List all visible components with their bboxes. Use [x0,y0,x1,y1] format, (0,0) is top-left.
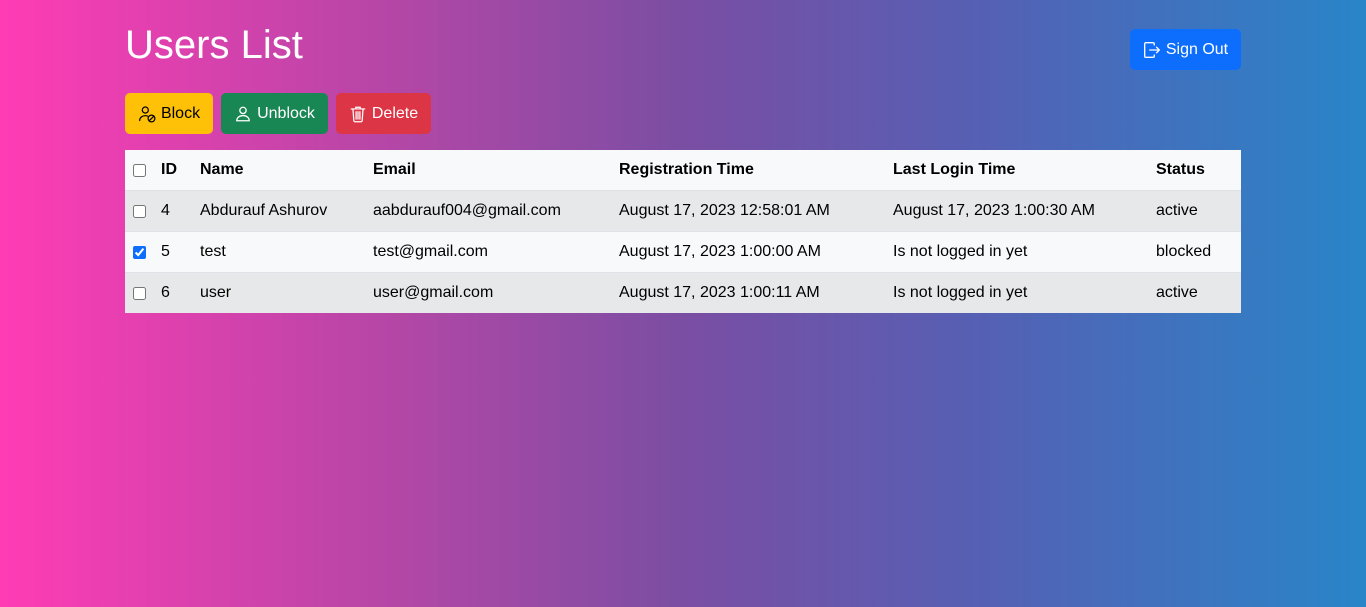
row-checkbox[interactable] [133,204,146,218]
block-label: Block [160,104,201,122]
page-title: Users List [125,23,303,67]
cell-registration-time: August 17, 2023 1:00:00 AM [611,231,885,273]
header-name: Name [192,150,365,191]
row-checkbox-cell [125,190,153,232]
header-registration-time: Registration Time [611,150,885,191]
header-last-login-time: Last Login Time [885,150,1148,191]
cell-status: active [1148,190,1241,232]
table-row: 6 user user@gmail.com August 17, 2023 1:… [125,272,1241,313]
person-slash-icon [138,105,156,123]
cell-registration-time: August 17, 2023 12:58:01 AM [611,190,885,232]
cell-registration-time: August 17, 2023 1:00:11 AM [611,272,885,313]
cell-email: aabdurauf004@gmail.com [365,190,611,232]
cell-id: 5 [153,231,192,273]
header-checkbox-cell [125,150,153,191]
box-arrow-right-icon [1143,41,1161,59]
table-row: 5 test test@gmail.com August 17, 2023 1:… [125,231,1241,273]
cell-id: 4 [153,190,192,232]
header-status: Status [1148,150,1241,191]
sign-out-button[interactable]: Sign Out [1130,29,1241,70]
cell-name: test [192,231,365,273]
row-checkbox[interactable] [133,245,146,259]
cell-last-login-time: August 17, 2023 1:00:30 AM [885,190,1148,232]
cell-email: user@gmail.com [365,272,611,313]
table-row: 4 Abdurauf Ashurov aabdurauf004@gmail.co… [125,190,1241,232]
unblock-label: Unblock [257,104,315,122]
cell-status: blocked [1148,231,1241,273]
delete-label: Delete [371,104,419,122]
unblock-button[interactable]: Unblock [221,93,328,134]
trash-icon [349,105,367,123]
cell-status: active [1148,272,1241,313]
cell-last-login-time: Is not logged in yet [885,231,1148,273]
person-icon [234,105,252,123]
cell-name: user [192,272,365,313]
row-checkbox-cell [125,272,153,313]
cell-name: Abdurauf Ashurov [192,190,365,232]
table-header-row: ID Name Email Registration Time Last Log… [125,150,1241,191]
block-button[interactable]: Block [125,93,213,134]
cell-email: test@gmail.com [365,231,611,273]
cell-last-login-time: Is not logged in yet [885,272,1148,313]
sign-out-label: Sign Out [1165,40,1229,58]
row-checkbox-cell [125,231,153,273]
row-checkbox[interactable] [133,286,146,300]
users-table: ID Name Email Registration Time Last Log… [125,150,1241,313]
cell-id: 6 [153,272,192,313]
select-all-checkbox[interactable] [133,163,146,177]
header-id: ID [153,150,192,191]
delete-button[interactable]: Delete [336,93,431,134]
header-email: Email [365,150,611,191]
